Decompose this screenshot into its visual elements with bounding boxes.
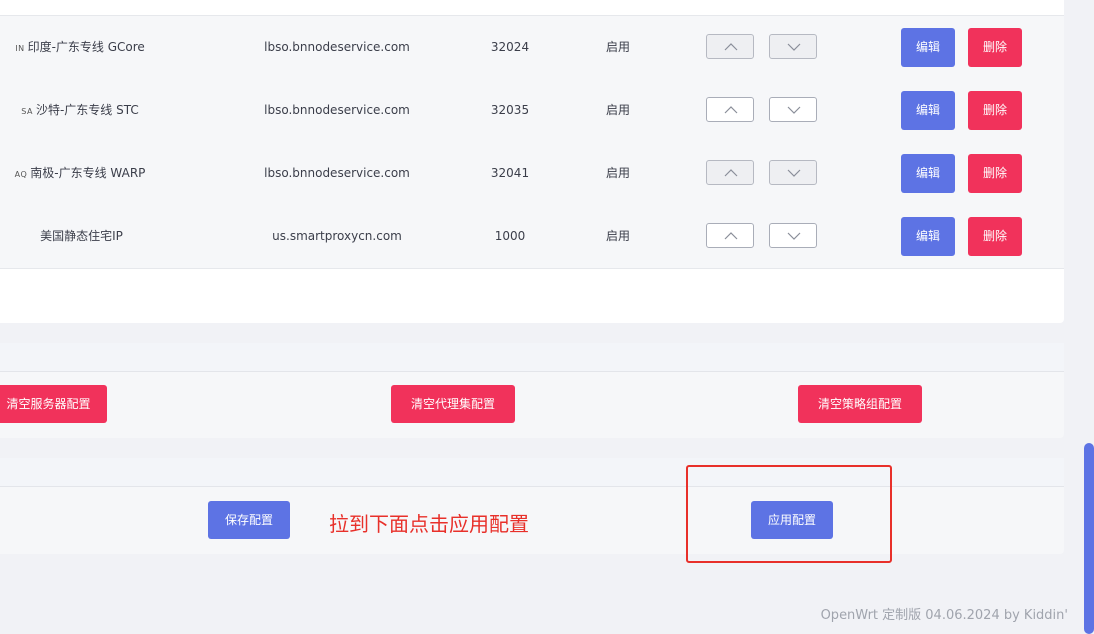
config-actions-panel: 清空服务器配置 清空代理集配置 清空策略组配置: [0, 343, 1064, 438]
table-row: [0, 0, 1064, 16]
edit-button[interactable]: 编辑: [901, 91, 955, 130]
server-name: 美国静态住宅IP: [0, 205, 160, 268]
chevron-down-icon: [787, 106, 801, 114]
server-name-text: 美国静态住宅IP: [40, 229, 123, 243]
delete-button[interactable]: 删除: [968, 154, 1022, 193]
server-name-text: 南极-广东专线 WARP: [30, 166, 146, 180]
table-row: AQ 南极-广东专线 WARP lbso.bnnodeservice.com 32…: [0, 142, 1064, 206]
move-down-button[interactable]: [769, 160, 817, 185]
chevron-down-icon: [787, 232, 801, 240]
table-row: 美国静态住宅IP us.smartproxycn.com 1000 启用 编辑 …: [0, 205, 1064, 269]
server-port: 32024: [490, 40, 530, 54]
server-host: lbso.bnnodeservice.com: [264, 166, 410, 180]
server-status: 启用: [605, 166, 630, 180]
server-name-text: 沙特-广东专线 STC: [35, 103, 139, 117]
server-port: 32041: [490, 166, 530, 180]
delete-button[interactable]: 删除: [968, 28, 1022, 67]
panel-header: [0, 458, 1064, 487]
chevron-up-icon: [724, 43, 738, 51]
edit-button[interactable]: 编辑: [901, 28, 955, 67]
delete-button[interactable]: 删除: [968, 91, 1022, 130]
server-host: us.smartproxycn.com: [272, 229, 402, 243]
server-table-panel: IN 印度-广东专线 GCore lbso.bnnodeservice.com 3…: [0, 0, 1064, 323]
country-flag: IN: [15, 44, 25, 53]
move-down-button[interactable]: [769, 223, 817, 248]
move-up-button[interactable]: [706, 160, 754, 185]
clear-servers-button[interactable]: 清空服务器配置: [0, 385, 107, 423]
save-apply-panel: 保存配置 应用配置: [0, 458, 1064, 554]
server-host: lbso.bnnodeservice.com: [264, 40, 410, 54]
scrollbar-thumb[interactable]: [1084, 443, 1094, 634]
move-up-button[interactable]: [706, 223, 754, 248]
country-flag: AQ: [14, 170, 28, 179]
server-port: 1000: [494, 229, 526, 243]
chevron-down-icon: [787, 43, 801, 51]
clear-proxy-sets-button[interactable]: 清空代理集配置: [391, 385, 515, 423]
save-config-button[interactable]: 保存配置: [208, 501, 290, 539]
server-status: 启用: [605, 40, 630, 54]
move-up-button[interactable]: [706, 34, 754, 59]
server-name: AQ 南极-广东专线 WARP: [0, 142, 160, 205]
chevron-up-icon: [724, 106, 738, 114]
delete-button[interactable]: 删除: [968, 217, 1022, 256]
move-down-button[interactable]: [769, 97, 817, 122]
clear-policy-groups-button[interactable]: 清空策略组配置: [798, 385, 922, 423]
server-name: SA 沙特-广东专线 STC: [0, 79, 160, 142]
edit-button[interactable]: 编辑: [901, 154, 955, 193]
server-name-text: 印度-广东专线 GCore: [27, 40, 145, 54]
chevron-down-icon: [787, 169, 801, 177]
annotation-text: 拉到下面点击应用配置: [329, 512, 529, 536]
server-name: IN 印度-广东专线 GCore: [0, 16, 160, 79]
table-row: IN 印度-广东专线 GCore lbso.bnnodeservice.com 3…: [0, 16, 1064, 80]
chevron-up-icon: [724, 232, 738, 240]
move-up-button[interactable]: [706, 97, 754, 122]
server-host: lbso.bnnodeservice.com: [264, 103, 410, 117]
chevron-up-icon: [724, 169, 738, 177]
annotation-highlight-box: [686, 465, 892, 563]
panel-header: [0, 343, 1064, 372]
server-status: 启用: [605, 229, 630, 243]
footer-text: OpenWrt 定制版 04.06.2024 by Kiddin': [820, 608, 1068, 623]
table-row: SA 沙特-广东专线 STC lbso.bnnodeservice.com 320…: [0, 79, 1064, 143]
edit-button[interactable]: 编辑: [901, 217, 955, 256]
server-port: 32035: [490, 103, 530, 117]
move-down-button[interactable]: [769, 34, 817, 59]
country-flag: SA: [21, 107, 33, 116]
server-status: 启用: [605, 103, 630, 117]
